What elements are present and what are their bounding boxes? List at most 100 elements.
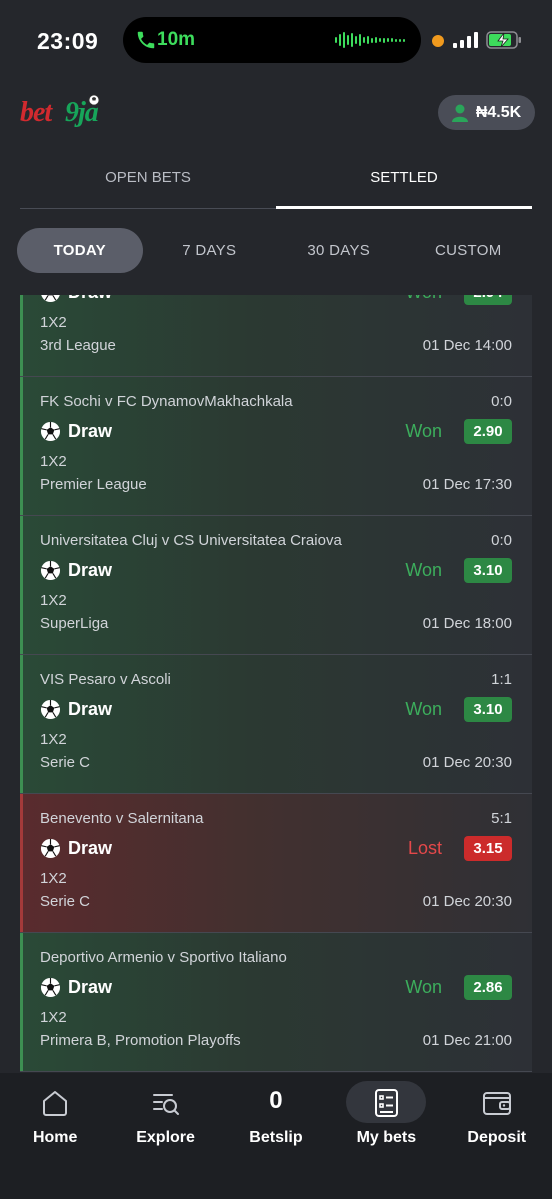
match-datetime: 01 Dec 21:00 xyxy=(422,1032,512,1049)
bet-outcome: Won 3.10 xyxy=(405,558,512,583)
bet-pick: Draw xyxy=(40,699,112,720)
match-name: Deportivo Armenio v Sportivo Italiano xyxy=(40,949,287,966)
phone-icon xyxy=(137,31,155,49)
nav-explore-label: Explore xyxy=(136,1129,195,1146)
nav-deposit-label: Deposit xyxy=(467,1129,527,1146)
football-icon xyxy=(40,560,61,581)
bet-card[interactable]: Universitatea Cluj v CS Universitatea Cr… xyxy=(20,516,532,655)
football-icon xyxy=(40,699,61,720)
bet-header-row: FK Sochi v FC DynamovMakhachkala 0:0 xyxy=(40,393,512,410)
match-name: Benevento v Salernitana xyxy=(40,810,204,827)
bet-pick: Draw xyxy=(40,977,112,998)
filter-30-days[interactable]: 30 DAYS xyxy=(276,228,402,273)
match-datetime: 01 Dec 20:30 xyxy=(422,893,512,910)
bet-league-row: Premier League 01 Dec 17:30 xyxy=(40,476,512,493)
bet-pick: Draw xyxy=(40,421,112,442)
bet-pick-row: Draw Won 2.86 xyxy=(40,975,512,1000)
bet-card[interactable]: VIS Pesaro v Ascoli 1:1 Draw Won 3.10 1X2 Seri… xyxy=(20,655,532,794)
battery-charging-icon xyxy=(486,31,521,49)
bottom-nav: Home Explore 0 Betslip My bets Deposit xyxy=(0,1073,552,1199)
filter-7-days[interactable]: 7 DAYS xyxy=(147,228,273,273)
nav-explore[interactable]: Explore xyxy=(110,1073,220,1199)
bet-header-row: VIS Pesaro v Ascoli 1:1 xyxy=(40,671,512,688)
league-label: SuperLiga xyxy=(40,615,109,632)
tab-open-bets[interactable]: OPEN BETS xyxy=(20,152,276,209)
balance-amount: ₦4.5K xyxy=(475,103,522,121)
bet-card[interactable]: Benevento v Salernitana 5:1 Draw Lost 3.15 1X… xyxy=(20,794,532,933)
market-label: 1X2 xyxy=(40,453,67,470)
odds-badge: 3.10 xyxy=(464,697,512,722)
match-datetime: 01 Dec 17:30 xyxy=(422,476,512,493)
match-score: 5:1 xyxy=(491,810,512,827)
result-label: Won xyxy=(405,295,442,303)
bet-league-row: SuperLiga 01 Dec 18:00 xyxy=(40,615,512,632)
bet-pick-row: Draw Won 3.10 xyxy=(40,697,512,722)
bet-outcome: Won 3.10 xyxy=(405,697,512,722)
match-datetime: 01 Dec 14:00 xyxy=(422,337,512,354)
football-icon xyxy=(40,838,61,859)
bet-pick-row: Draw Won 3.10 xyxy=(40,558,512,583)
bet-card[interactable]: Deportivo Armenio v Sportivo Italiano Dra… xyxy=(20,933,532,1072)
nav-home[interactable]: Home xyxy=(0,1073,110,1199)
bet-header-row: Deportivo Armenio v Sportivo Italiano xyxy=(40,949,512,966)
league-label: Primera B, Promotion Playoffs xyxy=(40,1032,241,1049)
bet9ja-logo[interactable]: bet 9ja xyxy=(20,93,120,131)
bet-outcome: Won 2.86 xyxy=(405,975,512,1000)
football-icon xyxy=(41,295,60,303)
bet-card[interactable]: FK Sochi v FC DynamovMakhachkala 0:0 Draw W… xyxy=(20,377,532,516)
football-icon xyxy=(40,977,61,998)
nav-deposit[interactable]: Deposit xyxy=(442,1073,552,1199)
odds-badge: 3.15 xyxy=(464,836,512,861)
bets-tabs: OPEN BETS SETTLED xyxy=(20,152,532,209)
bet-pick: Draw xyxy=(40,295,112,303)
result-label: Won xyxy=(405,977,442,997)
market-label: 1X2 xyxy=(40,870,67,887)
bet-header-row: Universitatea Cluj v CS Universitatea Cr… xyxy=(40,532,512,549)
market-label: 1X2 xyxy=(40,1009,67,1026)
match-datetime: 01 Dec 18:00 xyxy=(422,615,512,632)
league-label: Serie C xyxy=(40,893,91,910)
result-label: Won xyxy=(405,560,442,580)
filter-today[interactable]: TODAY xyxy=(17,228,143,273)
football-icon xyxy=(40,421,61,442)
result-label: Lost xyxy=(407,838,442,858)
status-bar: 23:09 10m xyxy=(0,0,552,80)
bet-pick: Draw xyxy=(40,560,112,581)
bet-market-row: 1X2 xyxy=(40,731,512,748)
dynamic-island[interactable]: 10m xyxy=(123,17,421,63)
nav-home-label: Home xyxy=(32,1129,78,1146)
tab-settled[interactable]: SETTLED xyxy=(276,152,532,209)
wallet-icon xyxy=(482,1092,511,1115)
settled-bets-list[interactable]: Draw Won 2.94 1X2 3rd League 01 Dec 14:00 FK S… xyxy=(20,295,532,1073)
bet-outcome: Won 2.94 xyxy=(405,295,512,305)
match-score: 0:0 xyxy=(491,532,512,549)
league-label: Premier League xyxy=(40,476,147,493)
bet-outcome: Lost 3.15 xyxy=(408,836,512,861)
bet-pick-row: Draw Won 2.94 xyxy=(40,295,512,305)
cellular-signal-icon xyxy=(453,32,478,48)
bet-card[interactable]: Draw Won 2.94 1X2 3rd League 01 Dec 14:00 xyxy=(20,295,532,377)
bet-market-row: 1X2 xyxy=(40,870,512,887)
league-label: 3rd League xyxy=(40,337,116,354)
match-name: VIS Pesaro v Ascoli xyxy=(40,671,171,688)
nav-my-bets[interactable]: My bets xyxy=(331,1073,441,1199)
bet-market-row: 1X2 xyxy=(40,592,512,609)
my-bets-icon xyxy=(375,1089,399,1117)
market-label: 1X2 xyxy=(40,731,67,748)
bet-league-row: Serie C 01 Dec 20:30 xyxy=(40,893,512,910)
bet-league-row: Serie C 01 Dec 20:30 xyxy=(40,754,512,771)
odds-badge: 2.86 xyxy=(464,975,512,1000)
bet-pick-row: Draw Won 2.90 xyxy=(40,419,512,444)
nav-betslip[interactable]: 0 Betslip xyxy=(221,1073,331,1199)
bet-league-row: 3rd League 01 Dec 14:00 xyxy=(40,337,512,354)
bets-scroll-content: Draw Won 2.94 1X2 3rd League 01 Dec 14:00 FK S… xyxy=(20,295,532,1072)
bet-header-row: Benevento v Salernitana 5:1 xyxy=(40,810,512,827)
betslip-count: 0 xyxy=(269,1087,283,1114)
bet-market-row: 1X2 xyxy=(40,1009,512,1026)
odds-badge: 3.10 xyxy=(464,558,512,583)
pick-label: Draw xyxy=(68,699,113,719)
match-datetime: 01 Dec 20:30 xyxy=(422,754,512,771)
league-label: Serie C xyxy=(40,754,91,771)
balance-button[interactable]: ₦4.5K xyxy=(438,95,535,130)
filter-custom[interactable]: CUSTOM xyxy=(406,228,532,273)
